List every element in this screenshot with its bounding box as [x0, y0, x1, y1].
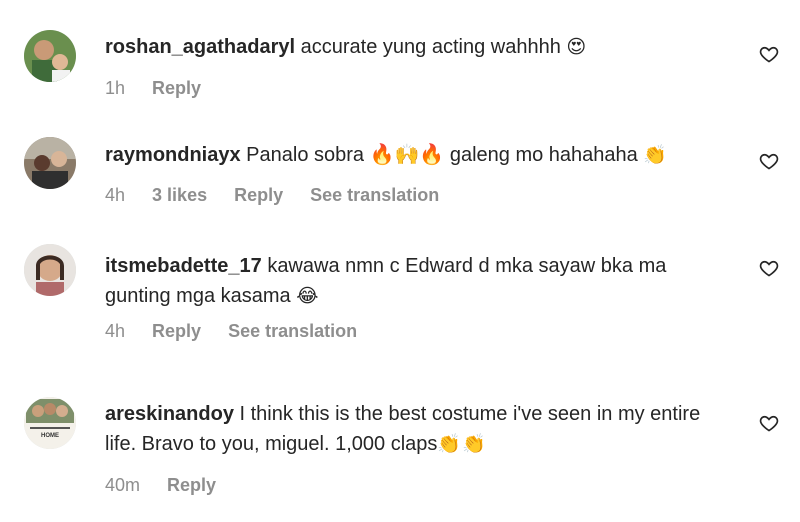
comment-username[interactable]: itsmebadette_17: [105, 255, 262, 277]
like-heart-icon[interactable]: [759, 44, 779, 64]
avatar[interactable]: HOME: [24, 397, 76, 449]
comment-body: Panalo sobra 🔥🙌🔥 galeng mo hahahaha: [246, 144, 638, 166]
comment-meta: 4h 3 likes Reply See translation: [105, 185, 461, 206]
comment-text: itsmebadette_17 kawawa nmn c Edward d mk…: [105, 251, 715, 312]
avatar-photo-icon: [24, 397, 76, 449]
comment-username[interactable]: raymondniayx: [105, 144, 241, 166]
comment-time: 4h: [105, 321, 126, 341]
avatar[interactable]: [24, 30, 76, 82]
comment-text: roshan_agathadaryl accurate yung acting …: [105, 32, 715, 63]
comment-time: 4h: [105, 185, 126, 205]
reply-button[interactable]: Reply: [152, 321, 201, 341]
comment-username[interactable]: areskinandoy: [105, 403, 234, 425]
comment-emoji: 👏: [643, 145, 669, 166]
like-heart-icon[interactable]: [759, 413, 779, 433]
comment-text: areskinandoy I think this is the best co…: [105, 399, 715, 460]
comment-emoji: 😍: [566, 37, 588, 58]
avatar-photo-icon: [24, 137, 76, 189]
like-heart-icon[interactable]: [759, 258, 779, 278]
comment-meta: 4h Reply See translation: [105, 321, 379, 342]
comment-text: raymondniayx Panalo sobra 🔥🙌🔥 galeng mo …: [105, 140, 715, 171]
avatar-photo-icon: [24, 244, 76, 296]
reply-button[interactable]: Reply: [152, 78, 201, 98]
avatar-photo-icon: [24, 30, 76, 82]
comment-meta: 40m Reply: [105, 475, 238, 496]
see-translation-button[interactable]: See translation: [228, 321, 357, 341]
comment-time: 1h: [105, 78, 126, 98]
see-translation-button[interactable]: See translation: [310, 185, 439, 205]
comment-body: accurate yung acting wahhhh: [300, 36, 561, 58]
reply-button[interactable]: Reply: [167, 475, 216, 495]
likes-count[interactable]: 3 likes: [152, 185, 207, 205]
comment-meta: 1h Reply: [105, 78, 223, 99]
avatar-caption: HOME: [41, 433, 59, 439]
comment-username[interactable]: roshan_agathadaryl: [105, 36, 295, 58]
comment-emoji: 👏👏: [437, 434, 487, 455]
avatar[interactable]: [24, 137, 76, 189]
reply-button[interactable]: Reply: [234, 185, 283, 205]
like-heart-icon[interactable]: [759, 151, 779, 171]
comment-emoji: 😂: [296, 286, 320, 307]
avatar[interactable]: [24, 244, 76, 296]
comment-time: 40m: [105, 475, 141, 495]
